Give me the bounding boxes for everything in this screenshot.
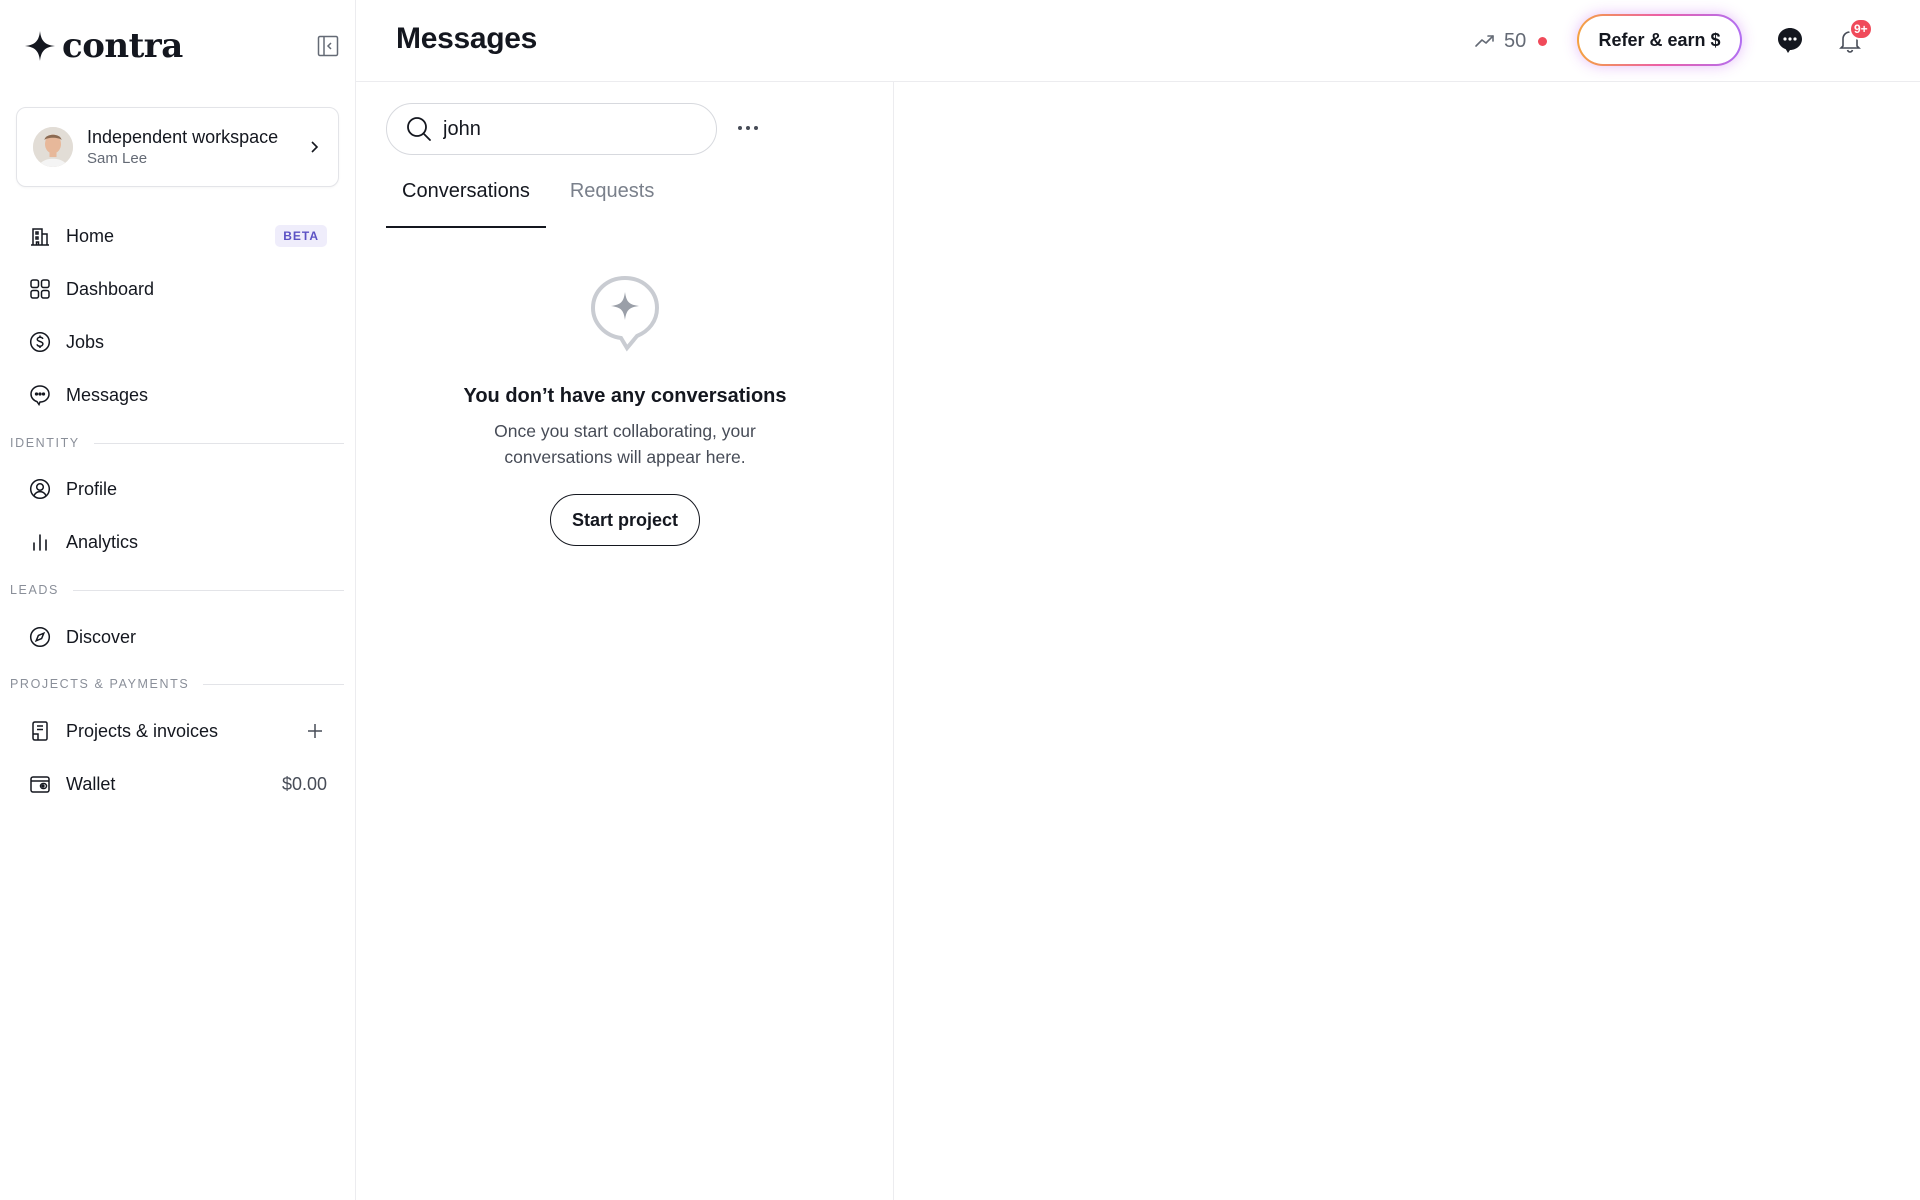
sidebar-item-label: Wallet	[66, 773, 116, 794]
wallet-icon	[28, 772, 52, 796]
section-divider	[203, 683, 344, 685]
home-building-icon	[28, 224, 52, 248]
notification-count-badge: 9+	[1849, 18, 1873, 40]
empty-state-description: Once you start collaborating, your conve…	[494, 421, 756, 467]
sidebar-item-jobs[interactable]: Jobs	[16, 320, 339, 364]
chat-sparkle-icon	[590, 275, 660, 352]
status-dot	[1538, 36, 1548, 46]
sidebar-item-label: Messages	[66, 384, 149, 405]
chat-button[interactable]	[1774, 24, 1806, 56]
bar-chart-icon	[28, 530, 52, 554]
streak-count: 50	[1504, 29, 1527, 52]
logo-text: contra	[62, 26, 183, 66]
sidebar-item-label: Projects & invoices	[66, 720, 219, 741]
wallet-balance: $0.00	[281, 773, 327, 794]
add-project-button[interactable]	[303, 719, 327, 743]
trending-up-icon	[1475, 35, 1494, 47]
empty-state-title: You don’t have any conversations	[463, 385, 787, 407]
beta-badge: BETA	[275, 225, 327, 247]
sidebar-item-profile[interactable]: Profile	[16, 467, 339, 511]
sidebar-item-home[interactable]: Home BETA	[16, 214, 339, 258]
sidebar-item-analytics[interactable]: Analytics	[16, 520, 339, 564]
sidebar-item-projects-invoices[interactable]: Projects & invoices	[16, 709, 339, 753]
more-dot	[738, 126, 742, 130]
compass-icon	[28, 625, 52, 649]
more-dot	[754, 126, 758, 130]
message-bubble-icon	[28, 383, 52, 407]
section-label-leads: LEADS	[10, 583, 344, 597]
search-input[interactable]	[443, 117, 683, 141]
section-label-projects-payments: PROJECTS & PAYMENTS	[10, 677, 344, 691]
tab-requests[interactable]: Requests	[554, 176, 671, 228]
workspace-text: Independent workspace Sam Lee	[87, 126, 306, 169]
search-box[interactable]	[386, 103, 717, 155]
search-icon	[407, 117, 431, 141]
more-options-button[interactable]	[733, 116, 763, 140]
user-circle-icon	[28, 477, 52, 501]
top-header: Messages 50 Refer & earn $ 9+	[356, 0, 1920, 82]
section-label-text: PROJECTS & PAYMENTS	[10, 677, 190, 691]
more-dot	[746, 126, 750, 130]
dashboard-grid-icon	[28, 277, 52, 301]
sidebar-item-label: Discover	[66, 626, 137, 647]
sidebar-item-discover[interactable]: Discover	[16, 615, 339, 659]
dollar-circle-icon	[28, 330, 52, 354]
sidebar-item-label: Dashboard	[66, 278, 155, 299]
collapse-sidebar-button[interactable]	[316, 34, 340, 58]
sidebar-item-label: Home	[66, 225, 115, 246]
chat-bubble-icon	[1778, 28, 1802, 53]
sidebar-item-label: Jobs	[66, 331, 105, 352]
avatar	[33, 127, 73, 167]
section-label-identity: IDENTITY	[10, 436, 344, 450]
sidebar-item-dashboard[interactable]: Dashboard	[16, 267, 339, 311]
user-avatar-icon	[33, 127, 73, 167]
workspace-title: Independent workspace	[87, 126, 279, 147]
refer-and-earn-button[interactable]: Refer & earn $	[1577, 14, 1742, 66]
workspace-switcher[interactable]: Independent workspace Sam Lee	[16, 107, 339, 187]
contra-star-icon	[25, 31, 55, 61]
empty-state: You don’t have any conversations Once yo…	[386, 272, 864, 546]
chevron-right-icon	[311, 141, 319, 153]
sidebar-item-label: Profile	[66, 478, 118, 499]
contra-logo[interactable]: contra	[24, 26, 340, 66]
workspace-user-name: Sam Lee	[87, 149, 148, 167]
section-label-text: IDENTITY	[10, 436, 80, 450]
streak-indicator[interactable]: 50	[1474, 26, 1548, 56]
section-label-text: LEADS	[10, 583, 59, 597]
section-divider	[93, 442, 344, 444]
tab-conversations[interactable]: Conversations	[386, 176, 546, 228]
sidebar-item-label: Analytics	[66, 531, 139, 552]
sidebar-item-wallet[interactable]: Wallet $0.00	[16, 762, 339, 806]
invoice-document-icon	[28, 719, 52, 743]
conversation-tabs: Conversations Requests	[386, 176, 670, 228]
section-divider	[73, 589, 344, 591]
page-title: Messages	[396, 22, 538, 55]
start-project-button[interactable]: Start project	[550, 494, 700, 546]
sidebar-item-messages[interactable]: Messages	[16, 373, 339, 417]
plus-icon	[308, 724, 322, 738]
sidebar: contra Independent workspace Sam Lee Hom…	[0, 0, 356, 1200]
conversations-panel: Conversations Requests You don’t have an…	[356, 82, 894, 1200]
logo-row: contra	[24, 26, 340, 66]
sidebar-collapse-icon	[317, 35, 339, 57]
notifications-button[interactable]: 9+	[1834, 18, 1873, 56]
